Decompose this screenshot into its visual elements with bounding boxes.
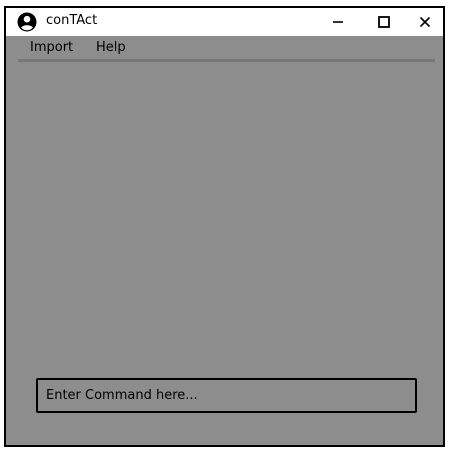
menu-help[interactable]: Help (96, 40, 126, 55)
menu-bar: Import Help (6, 36, 443, 58)
menu-separator (18, 59, 435, 62)
title-bar[interactable]: conTAct (6, 8, 443, 36)
minimize-icon[interactable] (328, 12, 348, 32)
app-window: conTAct Import Help (4, 6, 445, 447)
window-title: conTAct (46, 13, 98, 28)
content-area (6, 64, 443, 384)
command-box[interactable] (36, 378, 417, 413)
user-circle-icon (17, 12, 37, 32)
menu-import[interactable]: Import (30, 40, 73, 55)
maximize-icon[interactable] (374, 12, 394, 32)
close-icon[interactable] (415, 12, 435, 32)
command-input[interactable] (38, 380, 415, 411)
